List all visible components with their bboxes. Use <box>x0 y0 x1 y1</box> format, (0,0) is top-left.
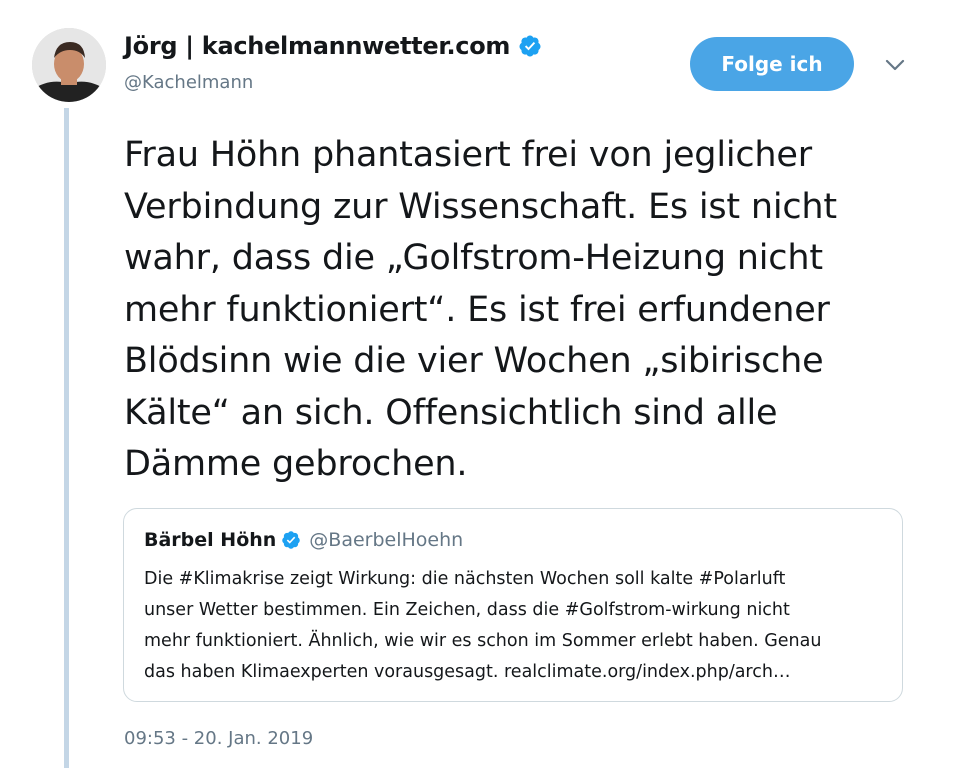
avatar-photo-icon <box>32 28 106 102</box>
follow-button[interactable]: Folge ich <box>690 37 854 91</box>
chevron-down-icon[interactable] <box>884 56 906 74</box>
verified-badge-icon <box>519 35 541 57</box>
author-display-name[interactable]: Jörg | kachelmannwetter.com <box>124 32 510 60</box>
quoted-tweet-header: Bärbel Höhn @BaerbelHoehn <box>144 529 463 551</box>
quoted-author-name: Bärbel Höhn <box>144 529 277 551</box>
avatar[interactable] <box>32 28 106 102</box>
quoted-author-handle: @BaerbelHoehn <box>309 529 464 551</box>
verified-badge-icon <box>282 531 301 549</box>
thread-line <box>64 108 69 768</box>
tweet-text: Frau Höhn phantasiert frei von jeglicher… <box>124 135 837 484</box>
quoted-tweet-text: Die #Klimakrise zeigt Wirkung: die nächs… <box>144 569 822 682</box>
quoted-tweet-card[interactable]: Bärbel Höhn @BaerbelHoehn Die #Klimakris… <box>123 508 903 702</box>
tweet-timestamp[interactable]: 09:53 - 20. Jan. 2019 <box>124 728 313 749</box>
author-handle[interactable]: @Kachelmann <box>124 72 253 93</box>
author-name-row[interactable]: Jörg | kachelmannwetter.com <box>124 32 542 60</box>
